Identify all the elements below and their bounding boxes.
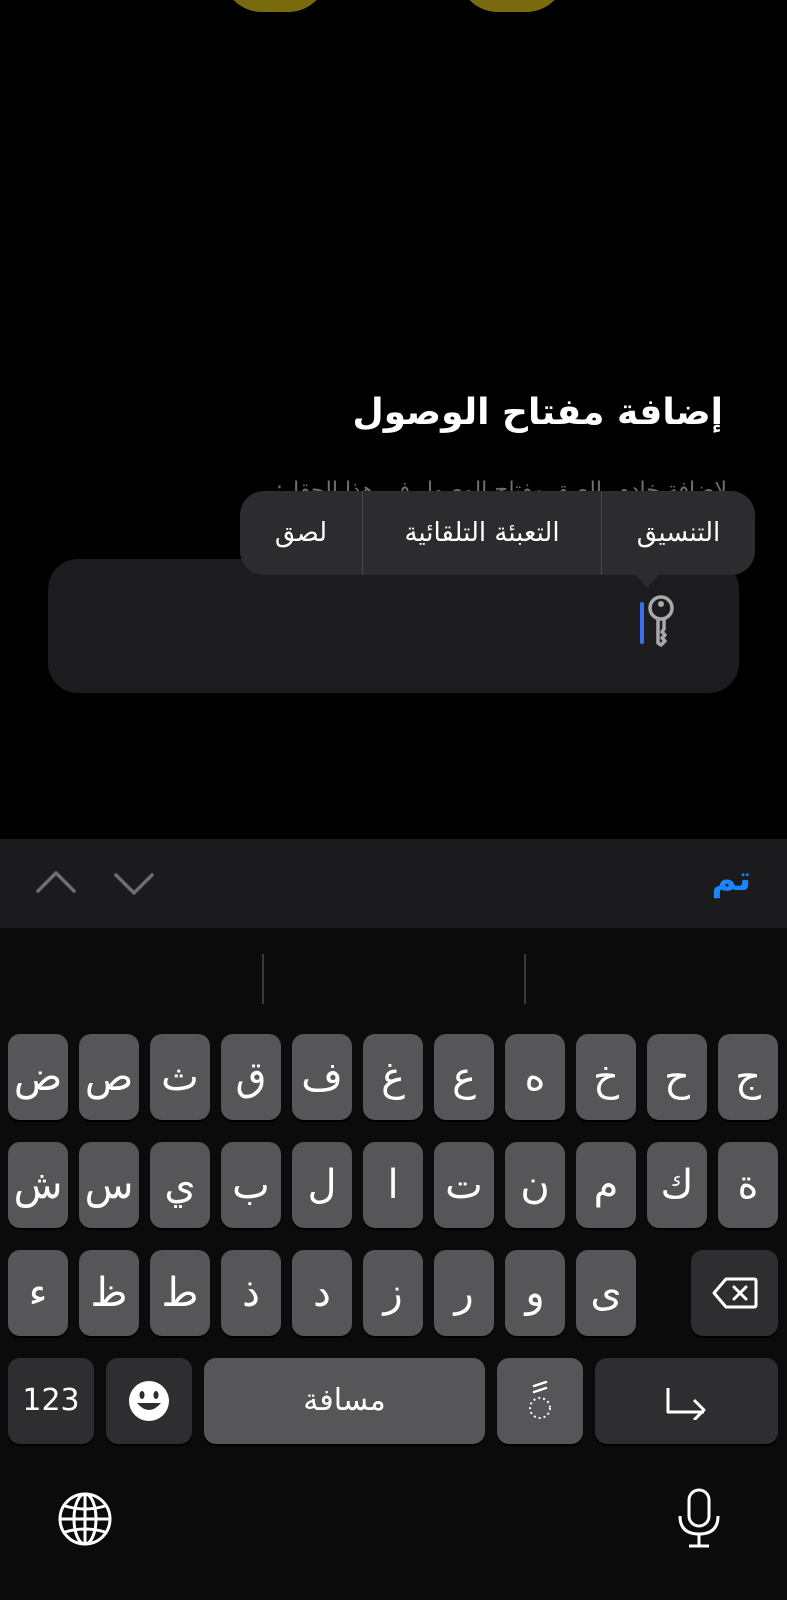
key-label: ذ xyxy=(242,1270,260,1316)
key-icon xyxy=(646,595,676,647)
key-label: ك xyxy=(660,1162,694,1208)
key-ra[interactable]: ر xyxy=(434,1250,494,1336)
key-sin[interactable]: س xyxy=(79,1142,139,1228)
key-label: ن xyxy=(520,1162,550,1208)
autofill-menu-item[interactable]: التعبئة التلقائية xyxy=(362,491,602,575)
suggestion-separator xyxy=(524,954,526,1004)
key-kaf[interactable]: ك xyxy=(647,1142,707,1228)
key-zay[interactable]: ز xyxy=(363,1250,423,1336)
suggestion-separator xyxy=(262,954,264,1004)
key-label: ر xyxy=(454,1270,474,1316)
key-label: ه xyxy=(524,1054,546,1100)
key-label: ظ xyxy=(90,1270,128,1316)
key-alif-maqsura[interactable]: ى xyxy=(576,1250,636,1336)
key-label: م xyxy=(593,1162,619,1208)
key-hha[interactable]: ح xyxy=(647,1034,707,1120)
key-ta[interactable]: ت xyxy=(434,1142,494,1228)
return-button[interactable] xyxy=(595,1358,778,1444)
key-label: ق xyxy=(235,1054,267,1100)
numbers-label: 123 xyxy=(22,1383,80,1418)
key-alif[interactable]: ا xyxy=(363,1142,423,1228)
chevron-down-icon[interactable] xyxy=(112,861,156,905)
key-tta[interactable]: ط xyxy=(150,1250,210,1336)
key-qaf[interactable]: ق xyxy=(221,1034,281,1120)
dotted-circle-icon xyxy=(529,1380,551,1419)
key-waw[interactable]: و xyxy=(505,1250,565,1336)
paste-menu-item[interactable]: لصق xyxy=(240,491,362,575)
page-title: إضافة مفتاح الوصول xyxy=(352,392,724,433)
key-label: ح xyxy=(664,1054,690,1100)
key-shin[interactable]: ش xyxy=(8,1142,68,1228)
screen: إضافة مفتاح الوصول لإضافة خادم، الصق مفت… xyxy=(0,0,787,1600)
space-bar[interactable]: مسافة xyxy=(204,1358,485,1444)
key-kha[interactable]: خ xyxy=(576,1034,636,1120)
key-ba[interactable]: ب xyxy=(221,1142,281,1228)
context-menu-pointer xyxy=(633,572,661,588)
key-dha[interactable]: ظ xyxy=(79,1250,139,1336)
diacritic-key[interactable] xyxy=(497,1358,583,1444)
key-label: ف xyxy=(301,1054,343,1100)
globe-icon[interactable] xyxy=(56,1490,116,1550)
key-label: ل xyxy=(307,1162,337,1208)
key-mim[interactable]: م xyxy=(576,1142,636,1228)
key-ya[interactable]: ي xyxy=(150,1142,210,1228)
key-label: ت xyxy=(445,1162,483,1208)
keyboard: ض ص ث ق ف غ ع ه خ ح ج ش س ي ب ل ا ت ن م … xyxy=(0,928,787,1600)
key-label: ز xyxy=(383,1270,403,1316)
emoji-button[interactable] xyxy=(106,1358,192,1444)
key-ain[interactable]: ع xyxy=(434,1034,494,1120)
key-thal[interactable]: ذ xyxy=(221,1250,281,1336)
delete-button[interactable] xyxy=(691,1250,778,1336)
key-label: ص xyxy=(84,1054,134,1100)
space-label: مسافة xyxy=(303,1383,386,1418)
key-label: ع xyxy=(452,1054,476,1100)
key-nun[interactable]: ن xyxy=(505,1142,565,1228)
key-label: ى xyxy=(590,1270,622,1316)
return-icon xyxy=(666,1388,705,1420)
key-label: د xyxy=(313,1270,331,1316)
key-label: ء xyxy=(28,1270,48,1316)
key-label: ب xyxy=(232,1162,270,1208)
context-menu: لصق التعبئة التلقائية التنسيق xyxy=(240,491,755,575)
key-jim[interactable]: ج xyxy=(718,1034,778,1120)
keyboard-toolbar: تم xyxy=(0,839,787,928)
emoji-icon xyxy=(129,1381,169,1421)
text-caret xyxy=(640,602,644,644)
key-sad[interactable]: ص xyxy=(79,1034,139,1120)
numbers-button[interactable]: 123 xyxy=(8,1358,94,1444)
key-dad[interactable]: ض xyxy=(8,1034,68,1120)
key-ha[interactable]: ه xyxy=(505,1034,565,1120)
key-label: ا xyxy=(387,1162,399,1208)
key-label: خ xyxy=(593,1054,619,1100)
key-label: و xyxy=(525,1270,545,1316)
key-lam[interactable]: ل xyxy=(292,1142,352,1228)
key-label: س xyxy=(84,1162,134,1208)
backspace-icon xyxy=(712,1277,757,1309)
microphone-icon[interactable] xyxy=(674,1488,734,1548)
key-label: غ xyxy=(381,1054,405,1100)
key-label: ط xyxy=(161,1270,199,1316)
top-decoration-left xyxy=(222,0,328,12)
done-button[interactable]: تم xyxy=(712,859,751,899)
key-label: ة xyxy=(737,1162,759,1208)
key-fa[interactable]: ف xyxy=(292,1034,352,1120)
key-label: ج xyxy=(735,1054,761,1100)
key-label: ض xyxy=(13,1054,63,1100)
key-dal[interactable]: د xyxy=(292,1250,352,1336)
key-label: ي xyxy=(164,1162,196,1208)
key-label: ش xyxy=(13,1162,63,1208)
key-ta-marbuta[interactable]: ة xyxy=(718,1142,778,1228)
format-menu-item[interactable]: التنسيق xyxy=(602,491,755,575)
key-tha[interactable]: ث xyxy=(150,1034,210,1120)
top-decoration-right xyxy=(458,0,566,12)
key-ghain[interactable]: غ xyxy=(363,1034,423,1120)
key-label: ث xyxy=(161,1054,199,1100)
key-hamza[interactable]: ء xyxy=(8,1250,68,1336)
chevron-up-icon[interactable] xyxy=(34,861,78,905)
